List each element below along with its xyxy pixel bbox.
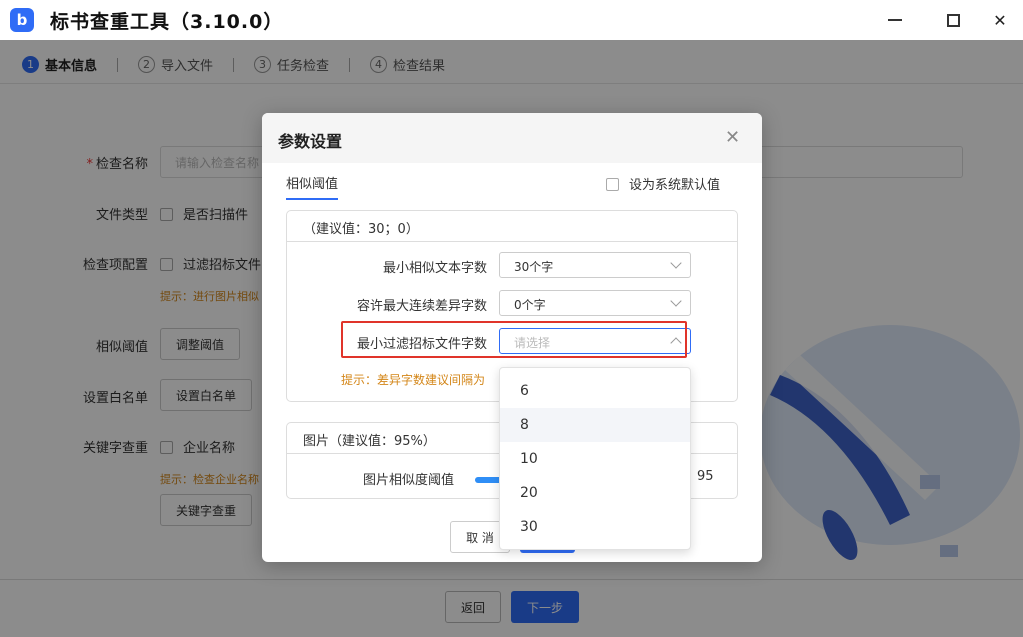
diff-chars-hint: 提示：差异字数建议间隔为: [341, 373, 486, 387]
image-similarity-value: 95: [697, 469, 714, 484]
dropdown-option[interactable]: 30: [500, 510, 690, 544]
close-button[interactable]: ✕: [985, 6, 1015, 34]
app-logo-icon: b: [10, 8, 34, 32]
set-default-checkbox[interactable]: 设为系统默认值: [606, 174, 720, 193]
minimize-icon: [888, 19, 902, 21]
checkbox-icon: [606, 178, 619, 191]
title-bar: b 标书查重工具（3.10.0） ✕: [0, 0, 1023, 40]
close-icon: ✕: [993, 10, 1007, 30]
tab-similarity-threshold[interactable]: 相似阈值: [286, 173, 339, 200]
filter-chars-dropdown: 6 8 10 20 30: [499, 367, 691, 550]
highlight-box: [341, 321, 687, 358]
max-diff-chars-select[interactable]: 0个字: [499, 290, 691, 316]
text-group-header: （建议值：30；0）: [287, 211, 737, 242]
dialog-close-icon[interactable]: ✕: [725, 129, 740, 147]
dropdown-option[interactable]: 20: [500, 476, 690, 510]
max-diff-chars-label: 容许最大连续差异字数: [356, 299, 487, 314]
image-similarity-label: 图片相似度阈值: [363, 473, 455, 488]
app-title: 标书查重工具（3.10.0）: [50, 11, 284, 33]
dialog-header: 参数设置 ✕: [262, 113, 762, 163]
dropdown-option[interactable]: 8: [500, 408, 690, 442]
minimize-button[interactable]: [880, 6, 910, 34]
chevron-down-icon: [670, 295, 682, 307]
min-similar-text-label: 最小相似文本字数: [382, 261, 487, 276]
dropdown-option[interactable]: 10: [500, 442, 690, 476]
dialog-title: 参数设置: [278, 132, 343, 151]
maximize-icon: [946, 13, 960, 27]
min-similar-text-select[interactable]: 30个字: [499, 252, 691, 278]
chevron-down-icon: [670, 257, 682, 269]
dropdown-option[interactable]: 6: [500, 374, 690, 408]
maximize-button[interactable]: [938, 6, 968, 34]
